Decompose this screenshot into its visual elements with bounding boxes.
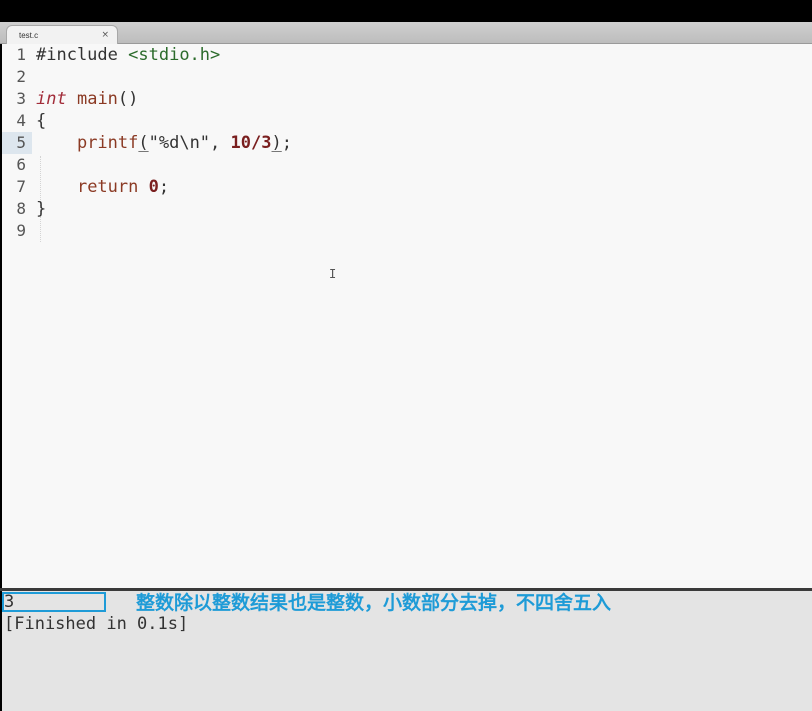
code-editor[interactable]: 1 2 3 4 5 6 7 8 9 #include <stdio.h> int… xyxy=(2,44,812,588)
annotation-text: 整数除以整数结果也是整数，小数部分去掉，不四舍五入 xyxy=(136,592,612,614)
line-number: 3 xyxy=(16,89,26,108)
title-bar xyxy=(0,0,812,22)
code-line-8: } xyxy=(36,198,46,220)
type-keyword: int xyxy=(36,89,67,109)
code-line-1: #include <stdio.h> xyxy=(36,44,220,66)
mouse-cursor-icon: I xyxy=(329,267,337,281)
comma: , xyxy=(210,133,231,153)
line-number: 9 xyxy=(16,221,26,240)
line-number: 6 xyxy=(16,155,26,174)
tab-label: test.c xyxy=(19,30,39,40)
code-line-3: int main() xyxy=(36,88,138,110)
line-number: 2 xyxy=(16,67,26,86)
number-literal: 10 xyxy=(230,133,252,153)
number-literal: 3 xyxy=(261,133,272,153)
line-number: 5 xyxy=(16,133,26,152)
output-finished: [Finished in 0.1s] xyxy=(4,614,189,634)
number-literal: 0 xyxy=(148,177,159,197)
code-line-7: return 0; xyxy=(36,176,169,198)
open-paren: ( xyxy=(138,133,149,153)
open-brace: { xyxy=(36,111,47,131)
preprocessor-directive: #include xyxy=(36,45,118,65)
close-brace: } xyxy=(36,199,47,219)
build-output-panel[interactable]: 3 整数除以整数结果也是整数，小数部分去掉，不四舍五入 [Finished in… xyxy=(2,591,812,711)
tab-test-c[interactable]: test.c × xyxy=(6,25,118,44)
operator: / xyxy=(251,133,262,153)
line-number: 1 xyxy=(16,45,26,64)
format-string: "%d\n" xyxy=(148,133,211,153)
tab-bar: test.c × xyxy=(0,22,812,44)
line-number: 7 xyxy=(16,177,26,196)
function-name: main xyxy=(76,89,118,109)
sublime-text-window: test.c × 1 2 3 4 5 6 7 8 9 #include <std… xyxy=(0,0,812,711)
return-keyword: return xyxy=(76,177,139,197)
semicolon: ; xyxy=(281,133,293,153)
close-icon[interactable]: × xyxy=(101,30,109,40)
function-call: printf xyxy=(76,133,139,153)
header-name: <stdio.h> xyxy=(128,45,221,65)
parens: () xyxy=(117,89,139,109)
highlight-box xyxy=(2,592,106,612)
line-number: 4 xyxy=(16,111,26,130)
line-number: 8 xyxy=(16,199,26,218)
close-paren: ) xyxy=(271,133,282,153)
code-line-5: printf("%d\n", 10/3); xyxy=(36,132,292,154)
line-number-gutter: 1 2 3 4 5 6 7 8 9 xyxy=(2,44,36,588)
code-line-4: { xyxy=(36,110,46,132)
semicolon: ; xyxy=(158,177,170,197)
